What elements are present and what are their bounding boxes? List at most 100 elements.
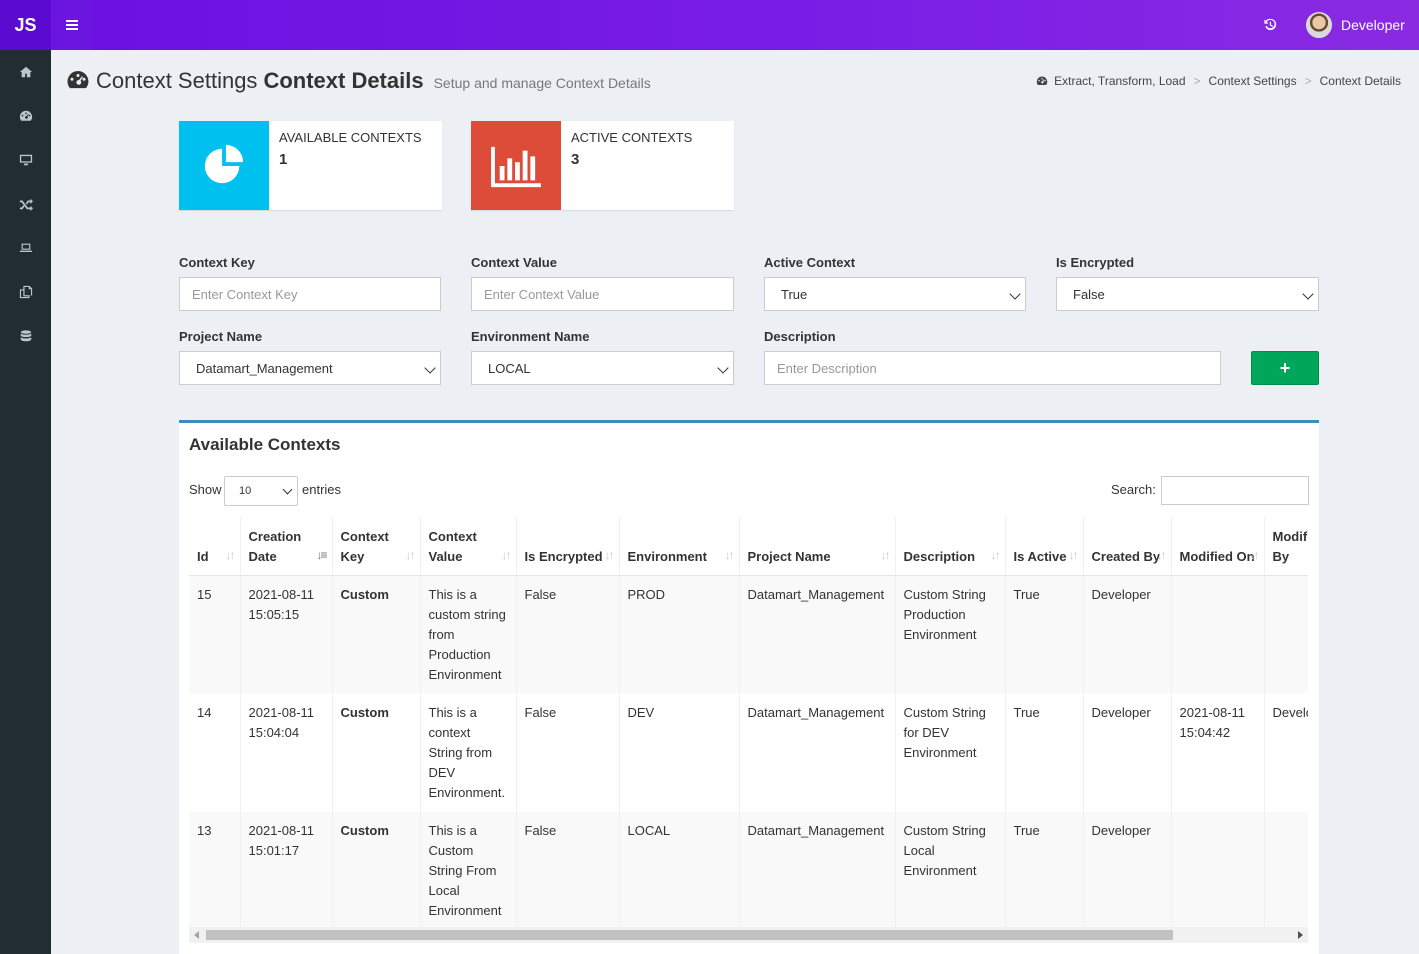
page-length-value: 10 [239,485,252,497]
sort-desc-icon: ↓≡ [316,547,327,562]
description-input[interactable] [764,351,1221,385]
column-header-modified-on[interactable]: Modified On ↓↑ [1171,517,1265,576]
add-context-button[interactable]: + [1251,351,1319,385]
scroll-left-arrow-icon[interactable] [194,931,199,939]
horizontal-scrollbar[interactable] [189,927,1308,943]
cell-description: Custom String for DEV Environment [895,693,1006,811]
context-value-input[interactable] [471,277,734,311]
is-encrypted-select[interactable]: False [1056,277,1319,311]
sidebar-item-desktop[interactable] [0,138,51,182]
copy-icon [19,285,32,299]
scrollbar-thumb[interactable] [206,930,1173,940]
chevron-down-icon [282,484,293,495]
sidebar-item-home[interactable] [0,50,51,94]
desktop-icon [19,154,32,166]
cell-id: 14 [189,693,241,811]
dashboard-icon [19,110,32,121]
project-name-select[interactable]: Datamart_Management [179,351,441,385]
entries-label: entries [302,482,342,497]
cell-context-key: Custom [332,575,421,693]
sort-icon: ↓↑ [990,547,1001,562]
column-header-creation-date[interactable]: Creation Date ↓≡ [240,517,333,576]
cell-modified-by: Developer [1264,693,1308,811]
sidebar [0,50,51,954]
sidebar-item-dashboard[interactable] [0,94,51,138]
active-context-value: True [781,286,808,302]
cell-modified-on: 2021-08-11 15:04:42 [1171,693,1265,811]
search-label: Search: [1111,482,1156,497]
environment-name-value: LOCAL [488,360,531,376]
sidebar-item-laptop[interactable] [0,226,51,270]
environment-name-label: Environment Name [471,329,590,344]
page-length-select[interactable]: 10 [224,476,298,506]
user-menu-name[interactable]: Developer [1341,17,1405,33]
column-header-modified-by[interactable]: Modified By↓↑ [1264,517,1308,576]
column-header-description[interactable]: Description ↓↑ [895,517,1006,576]
cell-project-name: Datamart_Management [739,693,896,811]
cell-is-encrypted: False [516,811,620,927]
table-title: Available Contexts [189,435,341,454]
context-key-label: Context Key [179,255,255,270]
sort-icon: ↓↑ [1249,547,1260,562]
chevron-down-icon [424,362,436,374]
cell-environment: PROD [619,575,740,693]
scroll-right-arrow-icon[interactable] [1298,931,1303,939]
table-search-input[interactable] [1161,476,1309,505]
breadcrumb-item-etl[interactable]: Extract, Transform, Load [1054,74,1185,88]
sidebar-toggle-button[interactable] [51,0,93,50]
project-name-label: Project Name [179,329,263,344]
column-header-environment[interactable]: Environment ↓↑ [619,517,740,576]
user-avatar[interactable] [1306,12,1332,38]
breadcrumb-separator: > [1304,74,1312,88]
cell-created-by: Developer [1083,575,1172,693]
breadcrumb: Extract, Transform, Load > Context Setti… [1036,74,1401,88]
table-row[interactable]: 13 2021-08-11 15:01:17 Custom This is a … [189,811,1308,927]
column-header-context-value[interactable]: Context Value ↓↑ [420,517,517,576]
home-icon [19,66,32,78]
cell-creation-date: 2021-08-11 15:01:17 [240,811,333,927]
column-header-context-key[interactable]: Context Key ↓↑ [332,517,421,576]
cell-description: Custom String Local Environment [895,811,1006,927]
column-header-created-by[interactable]: Created By ↓↑ [1083,517,1172,576]
active-context-select[interactable]: True [764,277,1026,311]
pie-chart-icon [179,121,269,210]
cell-environment: DEV [619,693,740,811]
bar-chart-icon [471,121,561,210]
history-icon[interactable] [1263,17,1278,32]
cell-is-active: True [1005,575,1084,693]
show-label: Show [189,482,222,497]
breadcrumb-separator: > [1193,74,1201,88]
column-header-is-encrypted[interactable]: Is Encrypted ↓↑ [516,517,620,576]
cell-created-by: Developer [1083,693,1172,811]
table-row[interactable]: 14 2021-08-11 15:04:04 Custom This is a … [189,693,1308,811]
column-header-project-name[interactable]: Project Name ↓↑ [739,517,896,576]
breadcrumb-item-context-settings[interactable]: Context Settings [1209,74,1297,88]
cell-context-value: This is a custom string from Production … [420,575,517,693]
context-key-input[interactable] [179,277,441,311]
chevron-down-icon [717,362,729,374]
column-header-id[interactable]: Id ↓↑ [189,517,241,576]
cell-context-value: This is a context String from DEV Enviro… [420,693,517,811]
is-encrypted-label: Is Encrypted [1056,255,1135,270]
column-header-is-active[interactable]: Is Active ↓↑ [1005,517,1084,576]
sidebar-item-copy[interactable] [0,270,51,314]
cell-id: 15 [189,575,241,693]
sort-icon: ↓↑ [724,547,735,562]
breadcrumb-item-context-details: Context Details [1319,74,1401,88]
sidebar-item-etl[interactable] [0,182,51,226]
table-row[interactable]: 15 2021-08-11 15:05:15 Custom This is a … [189,575,1308,693]
available-contexts-card: AVAILABLE CONTEXTS 1 [179,121,442,210]
project-name-value: Datamart_Management [196,360,333,376]
is-encrypted-value: False [1073,286,1105,302]
cell-is-active: True [1005,693,1084,811]
app-logo[interactable]: JS [0,0,51,50]
page-title: Context Settings Context Details Setup a… [66,64,651,94]
page-subtitle: Setup and manage Context Details [433,75,651,91]
active-contexts-label: ACTIVE CONTEXTS [571,130,693,145]
sidebar-item-database[interactable] [0,314,51,358]
sort-icon: ↓↑ [501,547,512,562]
description-label: Description [764,329,836,344]
environment-name-select[interactable]: LOCAL [471,351,734,385]
sort-icon: ↓↑ [604,547,615,562]
cell-context-key: Custom [332,693,421,811]
